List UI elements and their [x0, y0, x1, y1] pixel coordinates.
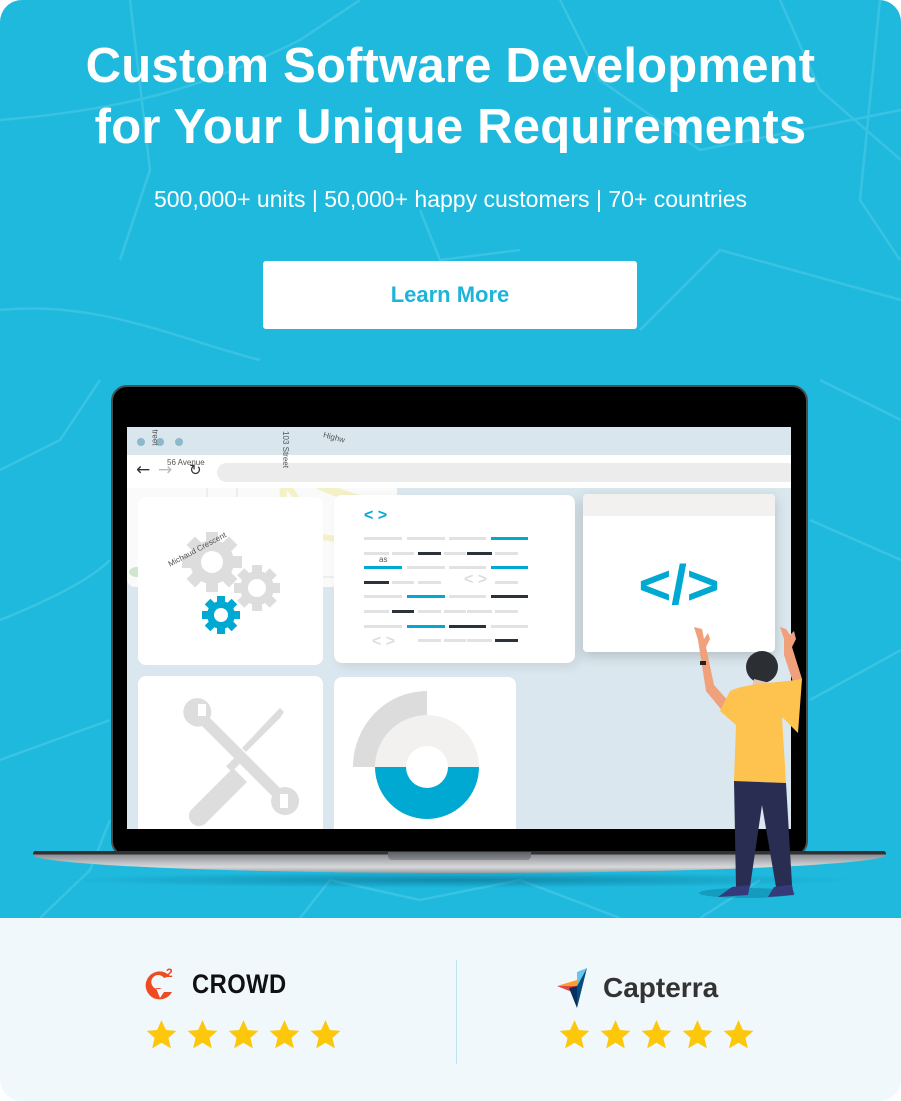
tools-card	[138, 676, 323, 829]
rating-capterra: Capterra	[555, 958, 815, 1068]
person-illustration	[694, 627, 802, 898]
capterra-brand: Capterra	[555, 968, 718, 1008]
code-line	[444, 639, 467, 643]
g2-crowd-logo-icon: 2	[145, 966, 173, 1000]
code-line	[418, 580, 442, 584]
code-line	[448, 595, 487, 599]
code-line	[444, 610, 467, 613]
code-line	[407, 595, 445, 599]
hero-section: Custom Software Development for Your Uni…	[0, 0, 901, 918]
rating-g2-crowd: 2 CROWD	[142, 958, 402, 1068]
headline-line-2: for Your Unique Requirements	[94, 100, 807, 154]
star-icon	[559, 1020, 590, 1049]
code-line	[364, 624, 402, 628]
stats-line: 500,000+ units | 50,000+ happy customers…	[153, 186, 748, 212]
star-icon	[269, 1020, 300, 1049]
window-dot-icon	[137, 438, 145, 446]
star-icon	[310, 1020, 341, 1049]
g2-crowd-brand: 2 CROWD	[142, 964, 299, 1004]
code-line	[364, 610, 389, 613]
code-line	[467, 551, 492, 555]
code-line	[364, 566, 402, 570]
code-line	[444, 551, 467, 555]
map-label: 56 Avenue	[167, 458, 205, 467]
code-line	[448, 624, 487, 628]
star-icon	[600, 1020, 631, 1049]
code-line	[494, 639, 519, 643]
code-brackets-icon: < >	[372, 633, 396, 650]
browser-titlebar	[127, 427, 791, 455]
code-line	[391, 610, 414, 613]
headline-line-1: Custom Software Development	[85, 39, 816, 93]
back-arrow-icon: ←	[136, 460, 151, 480]
map-label: 103 Street	[280, 431, 290, 468]
code-line	[407, 537, 445, 540]
star-icon	[187, 1020, 218, 1049]
wristwatch	[700, 661, 706, 665]
code-line	[407, 566, 445, 570]
code-line	[490, 595, 529, 599]
window-dot-icon	[175, 438, 183, 446]
code-line	[494, 610, 519, 613]
headline: Custom Software Development for Your Uni…	[0, 36, 901, 158]
donut-chart-icon	[353, 691, 479, 819]
code-line	[490, 624, 529, 628]
chart-card	[334, 677, 516, 829]
star-rating	[557, 1018, 756, 1052]
star-rating	[144, 1018, 343, 1052]
map-label: treet	[150, 429, 160, 446]
map-label: as	[379, 555, 388, 564]
star-icon	[641, 1020, 672, 1049]
svg-text:2: 2	[166, 966, 173, 980]
code-line	[467, 639, 492, 643]
capterra-name: Capterra	[603, 972, 719, 1003]
star-icon	[682, 1020, 713, 1049]
code-line	[494, 580, 519, 584]
browser-toolbar: ← → ↻	[127, 455, 791, 488]
star-icon	[228, 1020, 259, 1049]
code-line	[391, 580, 414, 584]
code-line	[490, 566, 529, 570]
code-line	[364, 595, 402, 599]
code-line	[418, 639, 442, 643]
code-line	[418, 551, 442, 555]
code-editor-card: < > < > < >	[334, 495, 575, 663]
divider	[456, 960, 457, 1064]
code-line	[448, 566, 487, 570]
code-line	[494, 551, 519, 555]
code-line	[490, 537, 529, 540]
card-header	[583, 494, 775, 516]
gears-icon	[182, 532, 280, 634]
star-icon	[723, 1020, 754, 1049]
code-line	[364, 537, 402, 540]
code-brackets-icon: < >	[364, 507, 388, 524]
code-line	[407, 624, 445, 628]
code-line	[391, 551, 414, 555]
capterra-logo-icon	[557, 968, 587, 1008]
gears-card	[138, 497, 323, 665]
ratings-section: 2 CROWD Capterra	[0, 918, 901, 1101]
code-line	[448, 537, 487, 540]
laptop-notch	[388, 852, 531, 860]
ad-banner: Custom Software Development for Your Uni…	[0, 0, 901, 1101]
code-line	[364, 580, 389, 584]
code-brackets-icon: < >	[464, 571, 488, 588]
code-line	[467, 610, 492, 613]
star-icon	[146, 1020, 177, 1049]
learn-more-button[interactable]: Learn More	[263, 261, 637, 329]
g2-crowd-name: CROWD	[192, 968, 287, 999]
wrench-screwdriver-icon	[183, 698, 300, 826]
code-line	[418, 610, 442, 613]
url-bar	[217, 463, 791, 482]
